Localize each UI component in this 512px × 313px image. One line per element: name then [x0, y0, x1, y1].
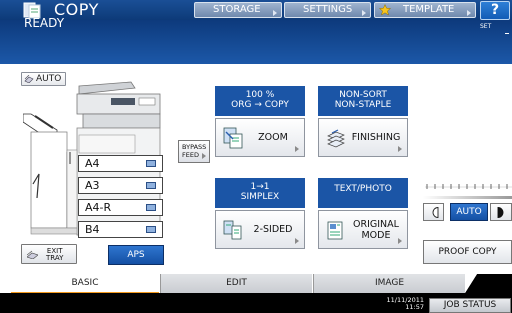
tray-2[interactable]: A3: [78, 177, 163, 194]
duplex-ratio: 1→1: [250, 182, 270, 192]
set-label: SET: [480, 23, 492, 30]
tab-image[interactable]: IMAGE: [313, 274, 465, 293]
tray-1[interactable]: A4: [78, 155, 163, 172]
copy-screen: COPY STORAGE SETTINGS TEMPLATE ? READY S…: [0, 0, 512, 313]
finishing-status-display: NON-SORT NON-STAPLE: [318, 86, 408, 116]
arrow-right-icon: [467, 10, 471, 16]
date-time-display: 11/11/2011 11:57: [372, 297, 424, 311]
paper-tray-icon: [146, 204, 156, 211]
tray-3[interactable]: A4-R: [78, 199, 163, 216]
ratio-value: 100 %: [245, 90, 275, 100]
two-sided-icon: [223, 220, 242, 240]
bypass-label-1: BYPASS: [182, 143, 207, 151]
finishing-icon: [327, 129, 345, 148]
tray-1-size: A4: [85, 157, 100, 170]
two-sided-button[interactable]: 2-SIDED: [215, 210, 305, 249]
tab-edit[interactable]: EDIT: [160, 274, 312, 293]
duplex-mode: SIMPLEX: [240, 192, 280, 202]
exit-tray-button[interactable]: EXIT TRAY: [21, 244, 77, 264]
status-bar: [0, 20, 512, 64]
original-mode-status-display: TEXT/PHOTO: [318, 178, 408, 208]
original-mode-icon: [327, 221, 343, 240]
tray-2-size: A3: [85, 179, 100, 192]
set-indicator: [505, 33, 509, 34]
template-label: TEMPLATE: [403, 4, 455, 15]
density-darker-button[interactable]: [490, 203, 512, 221]
settings-label: SETTINGS: [303, 4, 353, 15]
finishing-label: FINISHING: [351, 132, 401, 143]
paper-tray-icon: [146, 226, 156, 233]
proof-copy-button[interactable]: PROOF COPY: [423, 240, 512, 264]
density-gradient-bar: [423, 196, 512, 199]
zoom-label: ZOOM: [258, 132, 288, 143]
tray-4-size: B4: [85, 223, 100, 236]
tab-basic[interactable]: BASIC: [11, 274, 159, 293]
density-scale: [425, 184, 512, 189]
template-button[interactable]: TEMPLATE: [374, 2, 476, 18]
original-mode-label-2: MODE: [361, 229, 391, 241]
job-status-button[interactable]: JOB STATUS: [429, 298, 511, 313]
zoom-button[interactable]: ZOOM: [215, 118, 305, 157]
settings-button[interactable]: SETTINGS: [284, 2, 371, 18]
time-display: 11:57: [405, 303, 424, 311]
storage-button[interactable]: STORAGE: [194, 2, 282, 18]
arrow-right-icon: [398, 238, 402, 244]
arrow-right-icon: [202, 153, 206, 159]
density-lighter-button[interactable]: [423, 203, 444, 221]
finishing-sort: NON-SORT: [339, 90, 387, 100]
arrow-right-icon: [398, 146, 402, 152]
duplex-status-display: 1→1 SIMPLEX: [215, 178, 305, 208]
paper-tray-icon: [146, 182, 156, 189]
exit-tray-icon: [27, 250, 38, 259]
reproduction-ratio-display: 100 % ORG → COPY: [215, 86, 305, 116]
zoom-icon: [223, 127, 243, 149]
arrow-right-icon: [273, 10, 277, 16]
arrow-right-icon: [362, 10, 366, 16]
original-mode-label-1: ORIGINAL: [353, 218, 399, 230]
finishing-staple: NON-STAPLE: [334, 100, 392, 110]
arrow-right-icon: [295, 238, 299, 244]
tray-4[interactable]: B4: [78, 221, 163, 238]
help-button[interactable]: ?: [480, 1, 510, 20]
original-mode-label: ORIGINAL MODE: [349, 211, 403, 248]
tab-bar-end: [465, 274, 512, 293]
tray-3-size: A4-R: [85, 201, 112, 214]
paper-tray-icon: [146, 160, 156, 167]
original-mode-button[interactable]: ORIGINAL MODE: [318, 210, 408, 249]
star-icon: [379, 4, 391, 16]
original-mode-value: TEXT/PHOTO: [334, 184, 392, 194]
status-message: READY: [24, 16, 65, 30]
bypass-feed-button[interactable]: BYPASS FEED: [178, 140, 210, 163]
half-moon-light-icon: [432, 207, 439, 218]
storage-label: STORAGE: [213, 4, 261, 15]
finishing-button[interactable]: FINISHING: [318, 118, 408, 157]
half-moon-dark-icon: [497, 207, 504, 218]
exit-tray-label-2: TRAY: [46, 254, 64, 262]
two-sided-label: 2-SIDED: [253, 224, 293, 235]
density-auto-button[interactable]: AUTO: [450, 203, 488, 221]
arrow-right-icon: [295, 146, 299, 152]
ratio-description: ORG → COPY: [231, 100, 289, 110]
aps-button[interactable]: APS: [108, 245, 164, 265]
